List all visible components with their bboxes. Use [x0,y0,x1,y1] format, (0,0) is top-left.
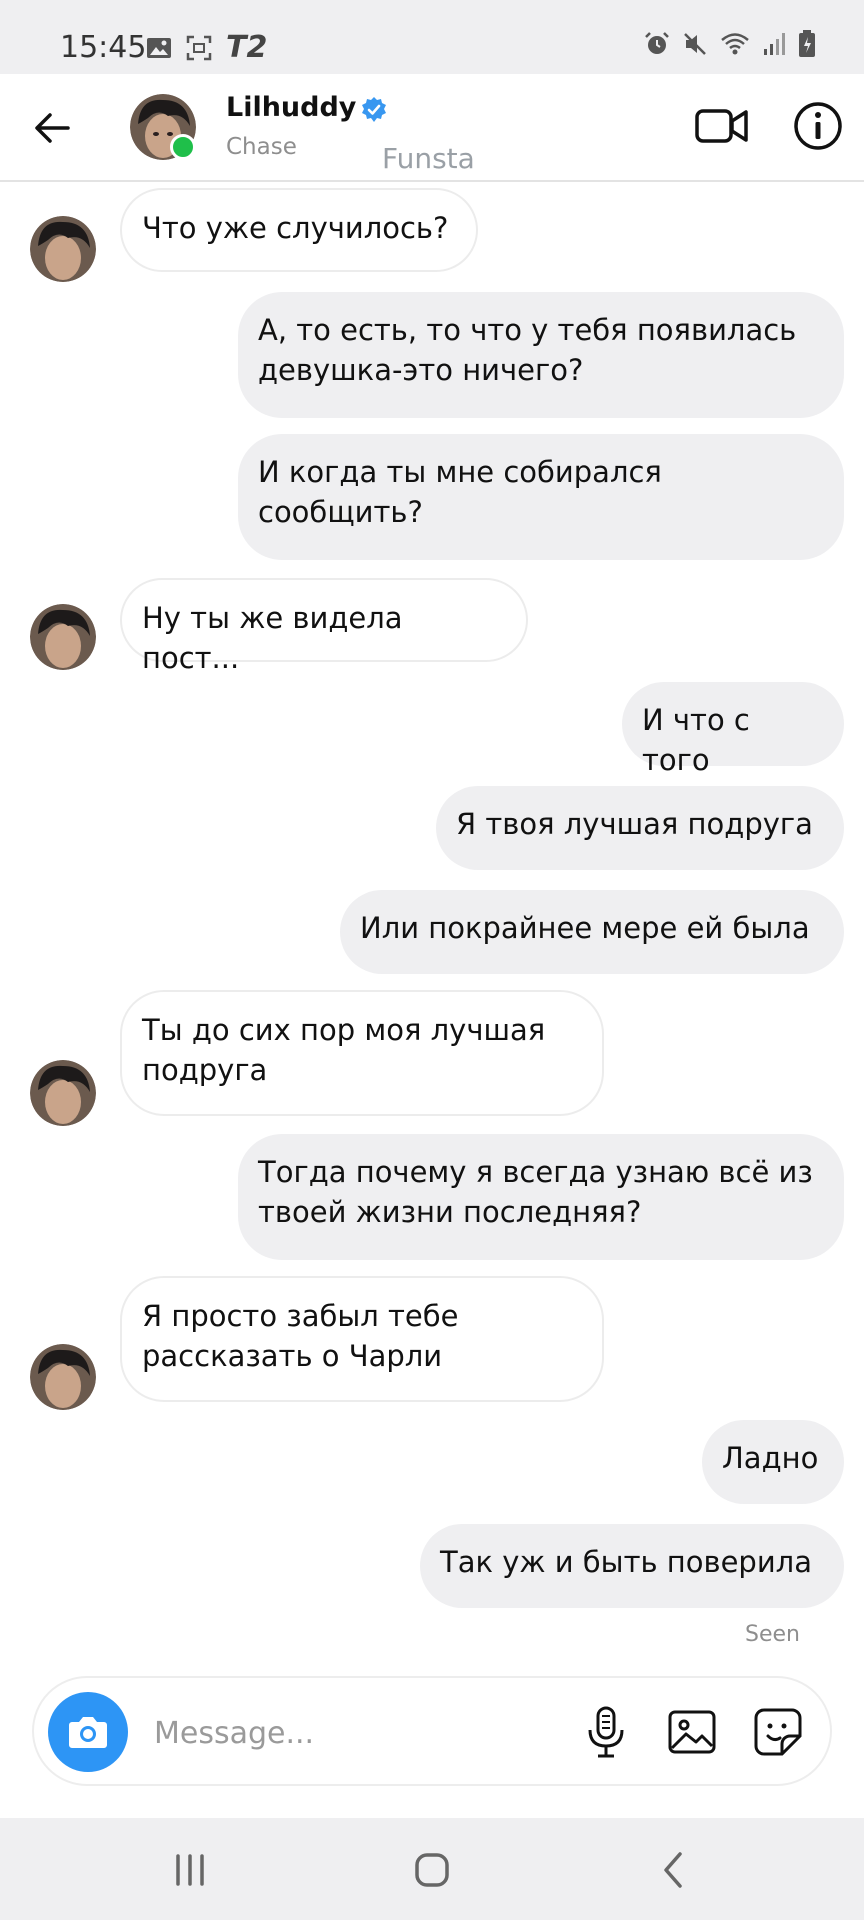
message-bubble[interactable]: Ты до сих пор моя лучшая подруга [120,990,604,1116]
status-bar: 15:45 T2 [0,0,864,74]
contact-subtitle: Chase [226,134,297,160]
back-arrow-icon[interactable] [28,104,76,152]
sender-avatar[interactable] [30,216,96,282]
message-bubble[interactable]: А, то есть, то что у тебя появилась деву… [238,292,844,418]
status-time: 15:45 [60,30,147,65]
microphone-icon[interactable] [578,1704,634,1760]
account-label: Funsta [382,142,475,175]
alarm-icon [645,32,669,54]
info-icon[interactable] [790,98,846,154]
online-status-dot [170,134,196,160]
home-icon[interactable] [404,1846,460,1894]
sender-avatar[interactable] [30,1344,96,1410]
message-list[interactable]: Что уже случилось? А, то есть, то что у … [0,184,864,1654]
message-bubble[interactable]: Я просто забыл тебе рассказать о Чарли [120,1276,604,1402]
battery-icon [799,30,815,57]
message-bubble[interactable]: Тогда почему я всегда узнаю всё из твоей… [238,1134,844,1260]
message-bubble[interactable]: Что уже случилось? [120,188,478,272]
gallery-icon[interactable] [664,1704,720,1760]
verified-badge-icon [362,97,386,122]
message-composer [32,1676,832,1786]
sticker-icon[interactable] [750,1704,806,1760]
chat-header: Lilhuddy Chase Funsta [0,74,864,182]
system-nav-bar [0,1818,864,1920]
message-bubble[interactable]: Ну ты же видела пост... [120,578,528,675]
message-input[interactable] [152,1704,476,1762]
sender-avatar[interactable] [30,604,96,670]
mute-icon [684,33,706,55]
message-bubble[interactable]: Я твоя лучшая подруга [436,786,844,870]
message-bubble[interactable]: Ладно [702,1420,844,1504]
camera-icon [69,1717,107,1748]
signal-icon [764,33,785,55]
sender-avatar[interactable] [30,1060,96,1126]
message-bubble[interactable]: И когда ты мне собирался сообщить? [238,434,844,560]
recent-apps-icon[interactable] [162,1846,218,1894]
carrier-label: T2 [226,30,268,65]
video-call-icon[interactable] [694,98,750,154]
camera-button[interactable] [48,1692,128,1772]
message-bubble[interactable]: Или покрайнее мере ей была [340,890,844,974]
screenshot-notification-icon [186,35,212,60]
wifi-icon [721,33,749,55]
seen-indicator: Seen [745,1622,800,1647]
back-nav-icon[interactable] [646,1846,702,1894]
message-bubble[interactable]: И что с того [622,682,844,777]
gallery-notification-icon [147,37,171,58]
message-bubble[interactable]: Так уж и быть поверила [420,1524,844,1608]
contact-name[interactable]: Lilhuddy [226,92,356,123]
